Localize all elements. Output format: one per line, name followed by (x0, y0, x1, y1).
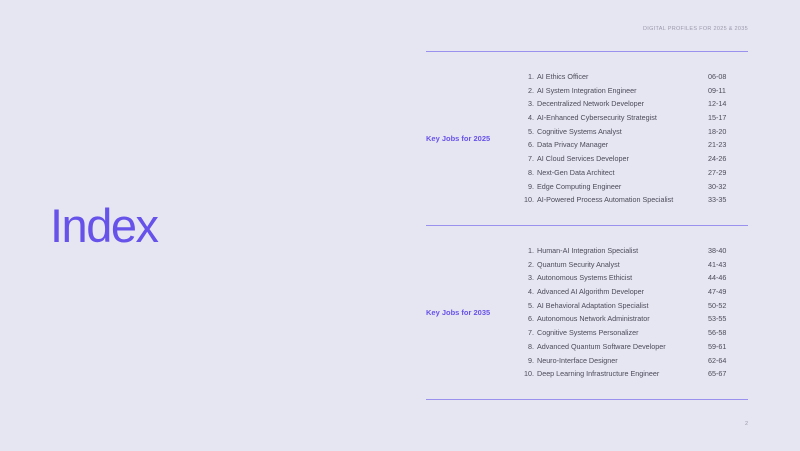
section-label-2035: Key Jobs for 2035 (426, 308, 491, 317)
job-list-2035: 1. Human-AI Integration Specialist 38-40 2.… (516, 244, 732, 381)
entry-number: 9. (528, 181, 534, 191)
entry-title: Cognitive Systems Analyst (537, 126, 622, 136)
entry-number: 9. (528, 355, 534, 365)
index-entry[interactable]: 3. Decentralized Network Developer 12-14 (516, 97, 732, 111)
entry-number: 10. (524, 195, 534, 205)
entry-page-range: 41-43 (708, 259, 727, 269)
entry-page-range: 59-61 (708, 341, 727, 351)
entry-page-range: 30-32 (708, 181, 727, 191)
index-entry[interactable]: 2. AI System Integration Engineer 09-11 (516, 84, 732, 98)
entry-number: 3. (528, 273, 534, 283)
entry-number: 1. (528, 72, 534, 81)
index-entry[interactable]: 6. Data Privacy Manager 21-23 (516, 138, 732, 152)
entry-number: 5. (528, 126, 534, 136)
entry-title: Edge Computing Engineer (537, 181, 622, 191)
job-list-2025: 1. AI Ethics Officer 06-08 2. AI System Inte… (516, 70, 732, 207)
entry-number: 8. (528, 341, 534, 351)
page-title: Index (50, 199, 159, 252)
index-entry[interactable]: 7. Cognitive Systems Personalizer 56-58 (516, 326, 732, 340)
index-entry[interactable]: 3. Autonomous Systems Ethicist 44-46 (516, 271, 732, 285)
entry-title: Quantum Security Analyst (537, 259, 620, 269)
entry-page-range: 27-29 (708, 167, 727, 177)
index-entry[interactable]: 9. Neuro-Interface Designer 62-64 (516, 354, 732, 368)
entry-title: Autonomous Network Administrator (537, 314, 650, 324)
entry-title: AI System Integration Engineer (537, 85, 637, 95)
index-entry[interactable]: 8. Advanced Quantum Software Developer 59-… (516, 340, 732, 354)
entry-number: 7. (528, 328, 534, 338)
page-number: 2 (744, 421, 748, 427)
entry-page-range: 33-35 (708, 195, 727, 205)
entry-page-range: 18-20 (708, 126, 727, 136)
entry-page-range: 62-64 (708, 355, 727, 365)
index-entry[interactable]: 8. Next-Gen Data Architect 27-29 (516, 166, 732, 180)
entry-number: 5. (528, 300, 534, 310)
entry-title: AI-Enhanced Cybersecurity Strategist (537, 113, 657, 123)
entry-page-range: 44-46 (708, 273, 727, 283)
entry-page-range: 47-49 (708, 287, 727, 297)
index-entry[interactable]: 1. AI Ethics Officer 06-08 (516, 70, 732, 84)
index-entry[interactable]: 6. Autonomous Network Administrator 53-55 (516, 312, 732, 326)
entry-number: 8. (528, 167, 534, 177)
index-entry[interactable]: 1. Human-AI Integration Specialist 38-40 (516, 244, 732, 258)
index-entry[interactable]: 7. AI Cloud Services Developer 24-26 (516, 152, 732, 166)
entry-title: AI Ethics Officer (537, 72, 589, 81)
entry-title: Advanced AI Algorithm Developer (537, 287, 645, 297)
index-entry[interactable]: 4. Advanced AI Algorithm Developer 47-49 (516, 285, 732, 299)
entry-page-range: 50-52 (708, 300, 727, 310)
entry-page-range: 06-08 (708, 72, 727, 81)
index-entry[interactable]: 2. Quantum Security Analyst 41-43 (516, 258, 732, 272)
entry-page-range: 65-67 (708, 369, 727, 379)
entry-title: Next-Gen Data Architect (537, 167, 615, 177)
entry-number: 6. (528, 314, 534, 324)
entry-number: 1. (528, 246, 534, 255)
section-label-2025: Key Jobs for 2025 (426, 134, 491, 143)
index-entry[interactable]: 9. Edge Computing Engineer 30-32 (516, 180, 732, 194)
entry-number: 4. (528, 113, 534, 123)
entry-page-range: 12-14 (708, 99, 727, 109)
entry-title: Data Privacy Manager (537, 140, 609, 150)
index-entry[interactable]: 10. AI-Powered Process Automation Special… (516, 193, 732, 207)
entry-page-range: 15-17 (708, 113, 727, 123)
entry-number: 7. (528, 154, 534, 164)
running-header: DIGITAL PROFILES FOR 2025 & 2035 (643, 26, 748, 32)
entry-title: Autonomous Systems Ethicist (537, 273, 633, 283)
entry-page-range: 09-11 (708, 85, 726, 95)
entry-number: 6. (528, 140, 534, 150)
entry-title: Decentralized Network Developer (537, 99, 645, 109)
entry-title: AI Cloud Services Developer (537, 154, 629, 164)
entry-title: AI-Powered Process Automation Specialist (537, 195, 674, 205)
entry-number: 2. (528, 259, 534, 269)
entry-title: Advanced Quantum Software Developer (537, 341, 666, 351)
divider-top (426, 51, 748, 52)
entry-title: AI Behavioral Adaptation Specialist (537, 300, 649, 310)
entry-page-range: 21-23 (708, 140, 727, 150)
divider-middle (426, 225, 748, 226)
entry-title: Neuro-Interface Designer (537, 355, 618, 365)
entry-number: 3. (528, 99, 534, 109)
entry-title: Human-AI Integration Specialist (537, 246, 639, 255)
entry-number: 4. (528, 287, 534, 297)
entry-number: 2. (528, 85, 534, 95)
divider-bottom (426, 399, 748, 400)
index-entry[interactable]: 4. AI-Enhanced Cybersecurity Strategist 15… (516, 111, 732, 125)
entry-page-range: 24-26 (708, 154, 727, 164)
index-entry[interactable]: 5. Cognitive Systems Analyst 18-20 (516, 125, 732, 139)
entry-number: 10. (524, 369, 534, 379)
entry-page-range: 38-40 (708, 246, 727, 255)
entry-title: Cognitive Systems Personalizer (537, 328, 639, 338)
entry-title: Deep Learning Infrastructure Engineer (537, 369, 660, 379)
entry-page-range: 53-55 (708, 314, 727, 324)
index-entry[interactable]: 5. AI Behavioral Adaptation Specialist 50-… (516, 299, 732, 313)
entry-page-range: 56-58 (708, 328, 727, 338)
index-entry[interactable]: 10. Deep Learning Infrastructure Engineer… (516, 367, 732, 381)
